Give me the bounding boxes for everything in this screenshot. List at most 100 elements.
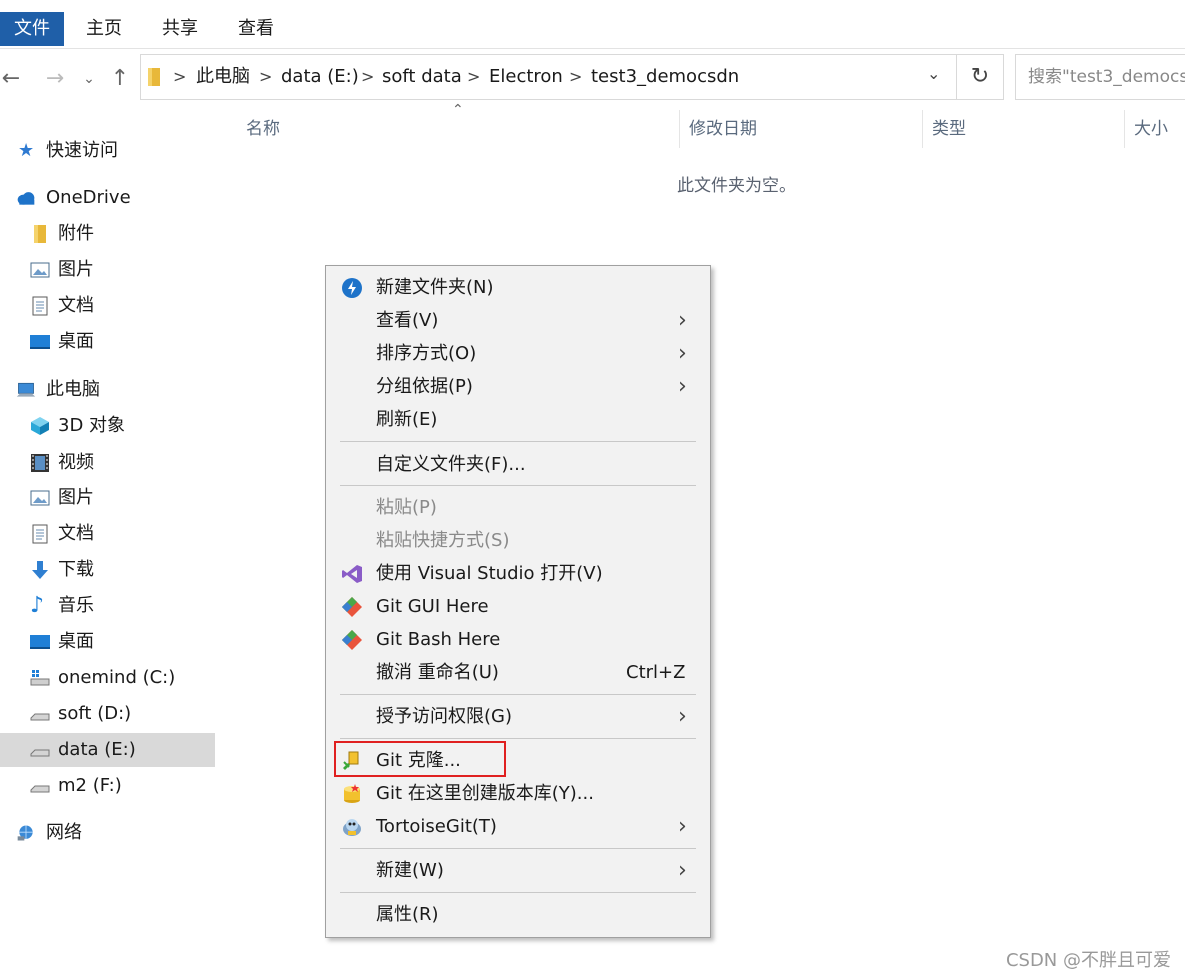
sidebar-item-network[interactable]: 网络 [0, 816, 215, 850]
sidebar-item-videos[interactable]: 视频 [0, 446, 215, 480]
sidebar-item-onedrive[interactable]: OneDrive [0, 181, 215, 215]
up-arrow-icon[interactable]: ↑ [108, 62, 132, 96]
sidebar-item-quick-access[interactable]: ★ 快速访问 [0, 134, 215, 168]
breadcrumb-this-pc[interactable]: 此电脑 [196, 65, 250, 89]
breadcrumb-separator-icon: > [259, 67, 273, 86]
recent-locations-chevron-icon[interactable]: ⌄ [80, 62, 98, 96]
tab-file[interactable]: 文件 [0, 12, 64, 46]
menu-item-give-access[interactable]: 授予访问权限(G) › [326, 700, 710, 733]
menu-item-label: 新建文件夹(N) [376, 277, 494, 298]
menu-separator [340, 441, 696, 442]
sidebar-item-label: 快速访问 [46, 140, 118, 161]
sidebar-item-drive-f[interactable]: m2 (F:) [0, 769, 215, 803]
column-header-type[interactable]: 类型 [932, 116, 966, 142]
sidebar-item-desktop-2[interactable]: 桌面 [0, 625, 215, 659]
column-divider[interactable] [922, 110, 923, 148]
menu-item-group-by[interactable]: 分组依据(P) › [326, 370, 710, 403]
menu-item-paste: 粘贴(P) [326, 491, 710, 524]
breadcrumb-electron[interactable]: Electron [489, 65, 563, 89]
menu-item-paste-shortcut: 粘贴快捷方式(S) [326, 524, 710, 557]
sidebar-item-label: onemind (C:) [58, 667, 176, 688]
menu-item-git-bash[interactable]: Git Bash Here [326, 623, 710, 656]
pictures-icon [30, 262, 50, 278]
menu-item-shortcut: Ctrl+Z [626, 662, 686, 683]
submenu-chevron-right-icon: › [678, 341, 687, 366]
menu-separator [340, 738, 696, 739]
column-header-size[interactable]: 大小 [1134, 116, 1168, 142]
breadcrumb-separator-icon: > [173, 67, 187, 86]
column-divider[interactable] [679, 110, 680, 148]
empty-folder-message: 此文件夹为空。 [677, 176, 796, 196]
breadcrumb-soft-data[interactable]: soft data [382, 65, 462, 89]
breadcrumb-separator-icon: > [569, 67, 583, 86]
menu-item-sort-by[interactable]: 排序方式(O) › [326, 337, 710, 370]
menu-item-new-folder[interactable]: 新建文件夹(N) [326, 271, 710, 304]
submenu-chevron-right-icon: › [678, 308, 687, 333]
sidebar-item-this-pc[interactable]: 此电脑 [0, 373, 215, 407]
menu-separator [340, 694, 696, 695]
pictures-icon [30, 490, 50, 506]
forward-arrow-icon[interactable]: → [42, 62, 68, 96]
menu-item-customize-folder[interactable]: 自定义文件夹(F)... [326, 448, 710, 481]
column-header-name[interactable]: 名称 [246, 116, 280, 142]
folder-icon [34, 225, 46, 243]
menu-item-label: 授予访问权限(G) [376, 706, 512, 727]
visual-studio-icon [342, 565, 362, 583]
sidebar-item-documents-2[interactable]: 文档 [0, 517, 215, 551]
menu-item-properties[interactable]: 属性(R) [326, 898, 710, 931]
sidebar-item-pictures-2[interactable]: 图片 [0, 481, 215, 515]
sidebar-item-label: 3D 对象 [58, 415, 126, 436]
sidebar-item-drive-e[interactable]: data (E:) [0, 733, 215, 767]
sidebar-item-downloads[interactable]: 下载 [0, 553, 215, 587]
submenu-chevron-right-icon: › [678, 374, 687, 399]
sidebar-item-drive-d[interactable]: soft (D:) [0, 697, 215, 731]
tab-share[interactable]: 共享 [150, 12, 210, 46]
sidebar-item-drive-c[interactable]: onemind (C:) [0, 661, 215, 695]
back-arrow-icon[interactable]: ← [0, 62, 22, 96]
sidebar-item-label: 附件 [58, 223, 94, 244]
sidebar-item-label: 图片 [58, 487, 94, 508]
sidebar-item-music[interactable]: ♪ 音乐 [0, 589, 215, 623]
sidebar-item-documents[interactable]: 文档 [0, 289, 215, 323]
menu-item-view[interactable]: 查看(V) › [326, 304, 710, 337]
tab-home[interactable]: 主页 [74, 12, 134, 46]
breadcrumb-separator-icon: > [361, 67, 375, 86]
new-folder-icon [342, 278, 362, 298]
tab-view[interactable]: 查看 [226, 12, 286, 46]
address-bar[interactable]: > 此电脑 > data (E:) > soft data > Electron… [140, 54, 957, 100]
tortoisegit-icon [343, 819, 361, 836]
sidebar-item-label: 图片 [58, 259, 94, 280]
search-input[interactable]: 搜索"test3_democsdn" [1015, 54, 1185, 100]
breadcrumb-current-folder[interactable]: test3_democsdn [591, 65, 739, 89]
context-menu: 新建文件夹(N) 查看(V) › 排序方式(O) › 分组依据(P) › 刷新(… [325, 265, 711, 938]
address-dropdown-chevron-icon[interactable]: ⌄ [927, 64, 940, 83]
sidebar-item-attachments[interactable]: 附件 [0, 217, 215, 251]
network-icon [17, 825, 33, 841]
menu-item-undo-rename[interactable]: 撤消 重命名(U) Ctrl+Z [326, 656, 710, 689]
menu-item-git-gui[interactable]: Git GUI Here [326, 590, 710, 623]
column-header-modified[interactable]: 修改日期 [689, 116, 757, 142]
folder-icon [148, 68, 160, 86]
breadcrumb-separator-icon: > [467, 67, 481, 86]
sidebar-item-3d-objects[interactable]: 3D 对象 [0, 409, 215, 443]
submenu-chevron-right-icon: › [678, 704, 687, 729]
menu-item-new[interactable]: 新建(W) › [326, 854, 710, 887]
menu-item-git-create-repo[interactable]: Git 在这里创建版本库(Y)... [326, 777, 710, 810]
menu-item-label: Git GUI Here [376, 596, 489, 617]
menu-item-label: 撤消 重命名(U) [376, 662, 499, 683]
menu-item-open-visual-studio[interactable]: 使用 Visual Studio 打开(V) [326, 557, 710, 590]
sidebar-item-label: 网络 [46, 822, 82, 843]
sidebar-item-label: 桌面 [58, 331, 94, 352]
breadcrumb-data-e[interactable]: data (E:) [281, 65, 359, 89]
menu-item-refresh[interactable]: 刷新(E) [326, 403, 710, 436]
menu-item-label: 新建(W) [376, 860, 444, 881]
sidebar-item-label: 视频 [58, 452, 94, 473]
refresh-icon[interactable]: ↻ [957, 54, 1004, 100]
sidebar-item-label: m2 (F:) [58, 775, 122, 796]
star-icon: ★ [18, 140, 35, 161]
menu-item-tortoisegit[interactable]: TortoiseGit(T) › [326, 810, 710, 843]
column-divider[interactable] [1124, 110, 1125, 148]
drive-icon [30, 785, 50, 793]
sidebar-item-desktop[interactable]: 桌面 [0, 325, 215, 359]
sidebar-item-pictures[interactable]: 图片 [0, 253, 215, 287]
